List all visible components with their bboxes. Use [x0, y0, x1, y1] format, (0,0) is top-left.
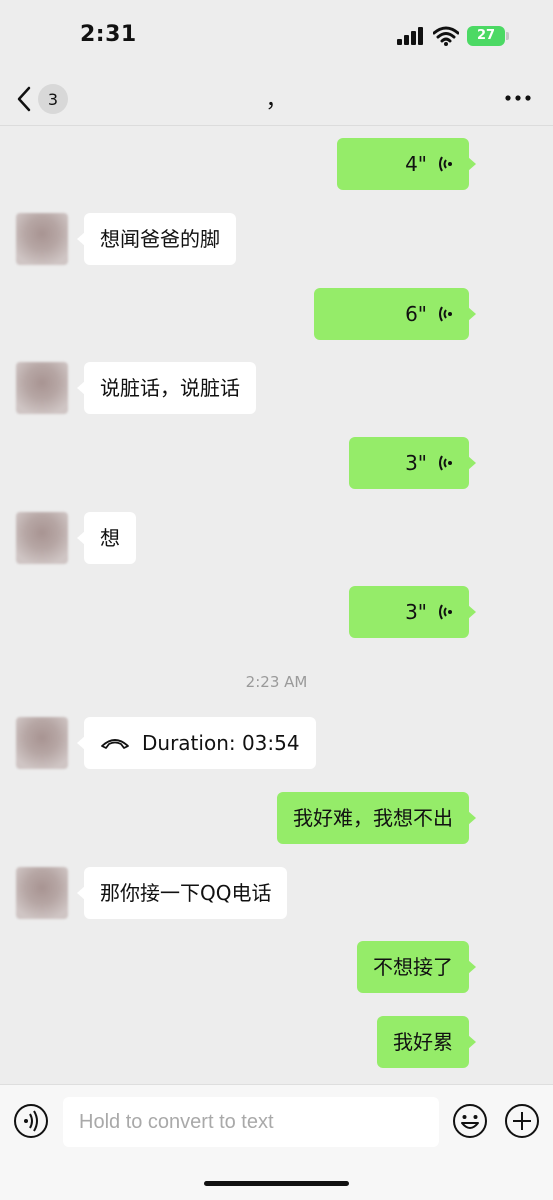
- status-bar: 2:31 27: [0, 0, 553, 76]
- voice-wave-icon: [439, 306, 452, 322]
- avatar[interactable]: [16, 512, 68, 564]
- text-message[interactable]: 我好累: [377, 1016, 476, 1068]
- emoji-button[interactable]: [452, 1103, 488, 1143]
- text-message[interactable]: 想闻爸爸的脚: [77, 213, 236, 265]
- message-input[interactable]: [63, 1097, 439, 1147]
- avatar[interactable]: [16, 717, 68, 769]
- voice-duration: 4": [405, 152, 427, 176]
- voice-wave-icon: [439, 156, 452, 172]
- voice-input-button[interactable]: [13, 1103, 49, 1143]
- emoji-icon: [453, 1104, 487, 1138]
- plus-icon: [505, 1104, 539, 1138]
- text-message[interactable]: 那你接一下QQ电话: [76, 867, 288, 919]
- battery-icon: 27: [467, 26, 509, 46]
- voice-message[interactable]: 3": [349, 586, 476, 638]
- avatar[interactable]: [16, 213, 68, 265]
- text-message[interactable]: 想: [77, 512, 136, 564]
- text-message[interactable]: 我好难，我想不出: [277, 792, 476, 844]
- text-message[interactable]: 不想接了: [357, 941, 476, 993]
- home-indicator[interactable]: [204, 1181, 349, 1186]
- battery-level: 27: [476, 28, 496, 43]
- voice-duration: 6": [405, 302, 427, 326]
- text-message[interactable]: 说脏话，说脏话: [77, 362, 256, 414]
- signal-icon: [397, 27, 423, 45]
- call-duration: Duration: 03:54: [142, 731, 300, 755]
- voice-wave-icon: [439, 455, 452, 471]
- wifi-icon: [433, 26, 459, 46]
- status-time: 2:31: [80, 22, 137, 47]
- status-icons: 27: [397, 26, 509, 46]
- more-icon: [505, 95, 531, 101]
- voice-message[interactable]: 6": [314, 288, 476, 340]
- voice-input-icon: [14, 1104, 48, 1138]
- voice-message[interactable]: 4": [337, 138, 476, 190]
- more-button[interactable]: [505, 86, 531, 114]
- call-record-message[interactable]: Duration: 03:54: [77, 717, 316, 769]
- avatar[interactable]: [16, 362, 68, 414]
- avatar[interactable]: [16, 867, 68, 919]
- more-actions-button[interactable]: [504, 1103, 540, 1143]
- message-timestamp: 2:23 AM: [245, 673, 308, 691]
- input-bar: [0, 1084, 553, 1200]
- voice-duration: 3": [405, 600, 427, 624]
- phone-hangup-icon: [101, 739, 129, 749]
- voice-duration: 3": [405, 451, 427, 475]
- chat-title: ，: [265, 88, 288, 113]
- voice-message[interactable]: 3": [349, 437, 476, 489]
- chat-header: 3 ，: [0, 76, 553, 126]
- message-list[interactable]: 4" 想闻爸爸的脚 6" 说脏话，说脏话 3" 想 3" 2:23 AM Dur…: [0, 126, 553, 1084]
- voice-wave-icon: [439, 604, 452, 620]
